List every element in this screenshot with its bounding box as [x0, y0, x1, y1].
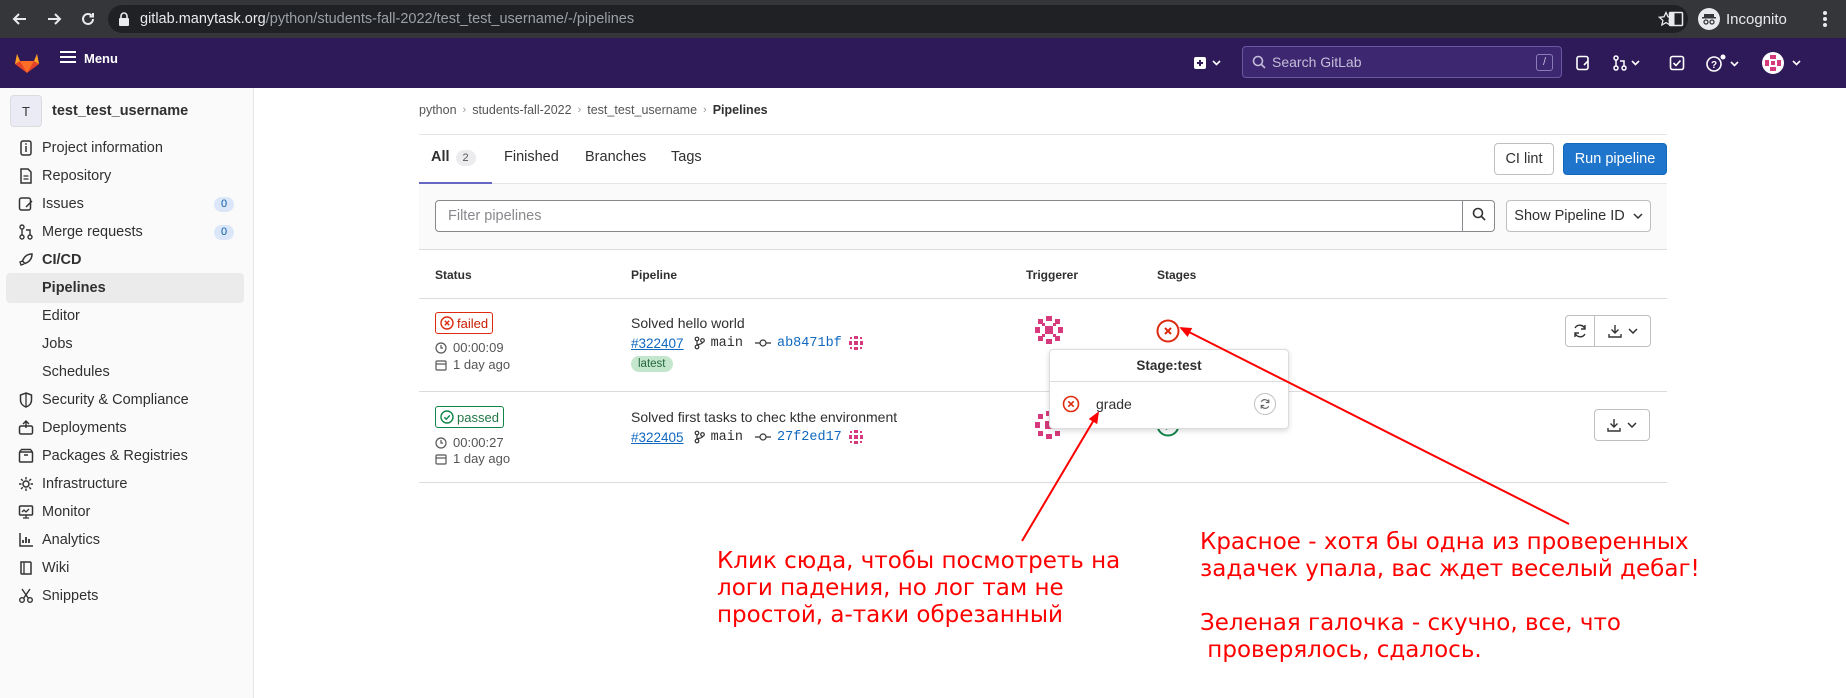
annotation-left: Клик сюда, чтобы посмотреть на логи паде… — [717, 548, 1120, 629]
annotation-line: Зеленая галочка - скучно, все, что — [1200, 610, 1621, 636]
annotation-arrow-to-job — [1021, 411, 1100, 542]
annotation-line: проверялось, сдалось. — [1200, 637, 1482, 663]
annotation-line: задачек упала, вас ждет веселый дебаг! — [1200, 556, 1700, 582]
annotation-right: Красное - хотя бы одна из проверенных за… — [1200, 529, 1700, 664]
annotation-line: логи падения, но лог там не — [717, 575, 1064, 601]
annotation-arrow-to-stage — [1179, 327, 1570, 525]
annotation-line: Клик сюда, чтобы посмотреть на — [717, 548, 1121, 574]
annotation-line: простой, а-таки обрезанный — [717, 602, 1063, 628]
annotation-line — [1200, 583, 1700, 610]
annotation-line: Красное - хотя бы одна из проверенных — [1200, 529, 1689, 555]
